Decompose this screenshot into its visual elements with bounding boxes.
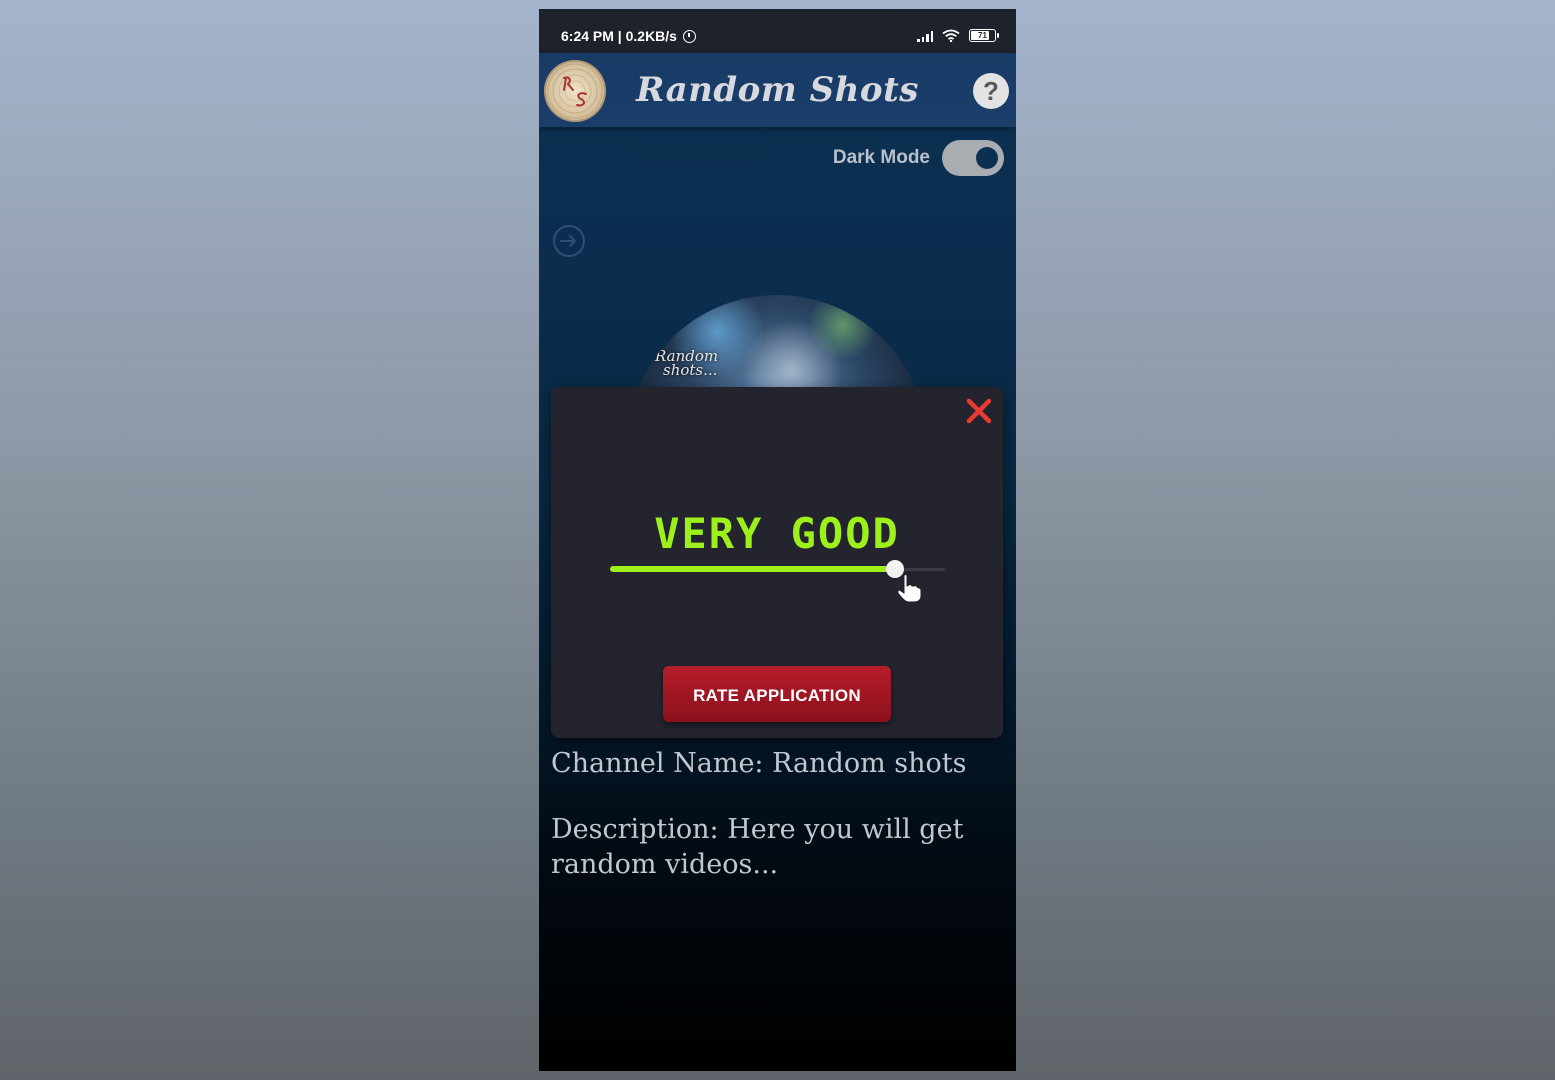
dark-mode-row: Dark Mode xyxy=(833,140,1004,176)
app-title: Random Shots xyxy=(636,70,919,110)
slider-fill xyxy=(610,566,895,572)
rating-slider[interactable] xyxy=(610,560,945,578)
phone-screen: 6:24 PM | 0.2KB/s 71 Random Shots ? Dark… xyxy=(539,9,1016,1071)
dark-mode-label: Dark Mode xyxy=(832,147,930,168)
logout-icon[interactable] xyxy=(552,224,586,258)
wifi-icon xyxy=(942,29,960,42)
rating-label: VERY GOOD xyxy=(654,509,900,558)
signal-icon xyxy=(917,30,933,42)
avatar-watermark: Random shots... xyxy=(655,349,718,379)
status-left: 6:24 PM | 0.2KB/s xyxy=(561,28,696,44)
dark-mode-toggle[interactable] xyxy=(942,140,1004,176)
app-bar: Random Shots ? xyxy=(539,53,1016,127)
hand-cursor-icon xyxy=(897,574,922,603)
alarm-icon xyxy=(682,29,696,43)
rate-application-button[interactable]: RATE APPLICATION xyxy=(663,666,891,722)
battery-icon: 71 xyxy=(969,29,999,42)
channel-info: Channel Name: Random shots Description: … xyxy=(551,746,991,882)
help-icon[interactable]: ? xyxy=(973,73,1009,109)
avatar-watermark-line2: shots... xyxy=(663,361,718,379)
channel-description: Description: Here you will get random vi… xyxy=(551,814,964,880)
status-time-network: 6:24 PM | 0.2KB/s xyxy=(561,28,677,44)
toggle-knob xyxy=(976,147,998,169)
close-icon[interactable] xyxy=(965,397,993,425)
battery-level: 71 xyxy=(978,31,987,40)
status-right: 71 xyxy=(917,29,999,42)
status-bar: 6:24 PM | 0.2KB/s 71 xyxy=(539,9,1016,53)
rating-dialog: VERY GOOD RATE APPLICATION xyxy=(551,387,1003,738)
channel-name: Channel Name: Random shots xyxy=(551,748,967,779)
